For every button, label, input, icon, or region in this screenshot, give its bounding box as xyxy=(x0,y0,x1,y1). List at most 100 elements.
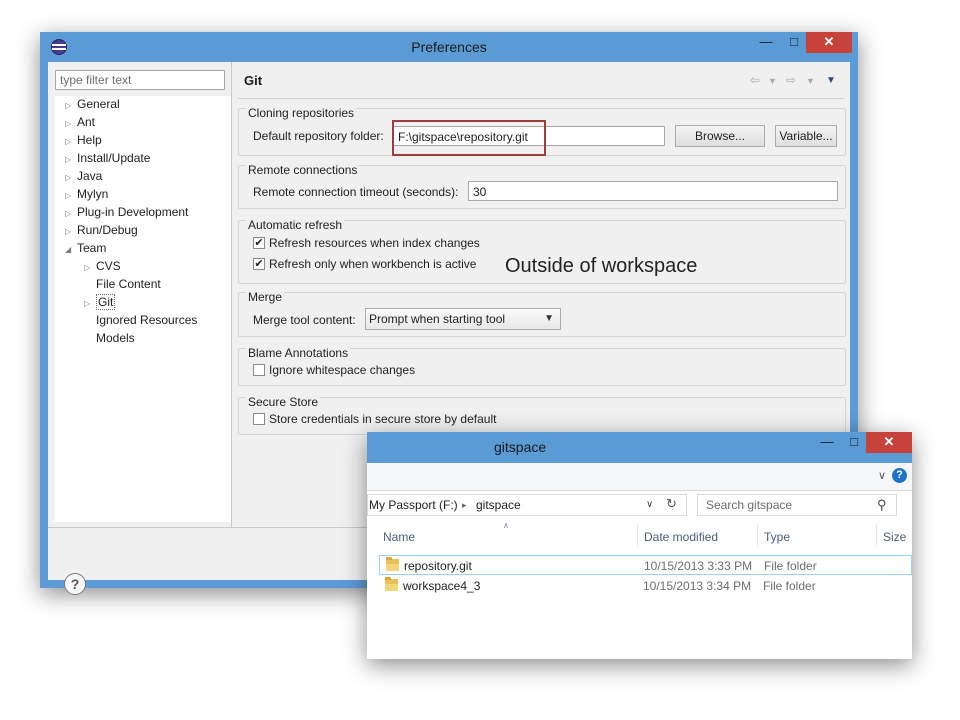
merge-tool-label: Merge tool content: xyxy=(253,313,356,327)
column-separator[interactable] xyxy=(876,524,877,546)
auto-refresh-legend: Automatic refresh xyxy=(246,218,345,232)
tree-item-install-update[interactable]: ▷ Install/Update xyxy=(65,150,150,167)
search-icon: ⚲ xyxy=(877,497,887,512)
breadcrumb-separator-icon[interactable]: ▸ xyxy=(462,500,467,511)
refresh-index-checkbox[interactable]: ✔ xyxy=(253,237,265,249)
tree-item-git[interactable]: ▷ Git xyxy=(84,294,116,312)
tree-item-help[interactable]: ▷ Help xyxy=(65,132,102,149)
timeout-input[interactable]: 30 xyxy=(468,181,838,201)
expand-icon[interactable]: ▷ xyxy=(65,187,77,204)
tree-item-file-content[interactable]: File Content xyxy=(84,276,161,293)
file-name: repository.git xyxy=(404,559,472,573)
expand-icon[interactable]: ▷ xyxy=(65,97,77,114)
maximize-button[interactable]: □ xyxy=(780,32,808,53)
preference-tree: ▷ General ▷ Ant ▷ Help ▷ Install/Update ▷ Jav… xyxy=(55,96,231,522)
title-separator xyxy=(238,98,844,99)
blame-group: Blame Annotations Ignore whitespace chan… xyxy=(238,346,846,386)
remote-legend: Remote connections xyxy=(246,163,360,177)
explorer-window: gitspace — □ ✕ ∨ ? My Passport (F:) ▸ gi… xyxy=(367,432,912,659)
breadcrumb-folder[interactable]: gitspace xyxy=(476,498,521,512)
secure-store-label: Store credentials in secure store by def… xyxy=(269,412,497,426)
close-button[interactable]: ✕ xyxy=(866,432,912,453)
forward-arrow-icon[interactable]: ⇨ xyxy=(786,73,796,87)
column-header-name[interactable]: Name xyxy=(383,530,415,544)
expand-icon[interactable]: ▷ xyxy=(65,169,77,186)
tree-item-team[interactable]: ◢ Team xyxy=(65,240,106,257)
highlight-box xyxy=(392,120,546,156)
merge-tool-select[interactable]: Prompt when starting tool ▼ xyxy=(365,308,561,330)
column-header-type[interactable]: Type xyxy=(764,530,790,544)
address-dropdown-icon[interactable]: ∨ xyxy=(646,499,653,510)
expand-icon[interactable]: ▷ xyxy=(65,223,77,240)
file-name: workspace4_3 xyxy=(403,579,481,593)
tree-item-ignored-resources[interactable]: Ignored Resources xyxy=(84,312,197,329)
tree-item-models[interactable]: Models xyxy=(84,330,135,347)
folder-icon xyxy=(386,557,399,571)
minimize-button[interactable]: — xyxy=(752,32,780,53)
ribbon-bar: ∨ ? xyxy=(367,463,912,491)
file-date: 10/15/2013 3:33 PM xyxy=(644,559,753,573)
expand-icon[interactable]: ▷ xyxy=(84,259,96,276)
forward-menu-icon[interactable]: ▼ xyxy=(806,76,815,86)
close-button[interactable]: ✕ xyxy=(806,32,852,53)
help-icon[interactable]: ? xyxy=(892,468,907,483)
tree-item-java[interactable]: ▷ Java xyxy=(65,168,102,185)
refresh-index-label: Refresh resources when index changes xyxy=(269,236,480,250)
column-separator[interactable] xyxy=(757,524,758,546)
help-icon[interactable]: ? xyxy=(64,573,86,595)
back-menu-icon[interactable]: ▼ xyxy=(768,76,777,86)
expand-ribbon-icon[interactable]: ∨ xyxy=(878,469,886,482)
variable-button[interactable]: Variable... xyxy=(775,125,837,147)
file-type: File folder xyxy=(763,579,816,593)
explorer-titlebar[interactable]: gitspace — □ ✕ xyxy=(367,432,912,463)
page-title: Git xyxy=(244,73,263,88)
search-input[interactable]: Search gitspace xyxy=(697,494,897,516)
ignore-whitespace-checkbox[interactable] xyxy=(253,364,265,376)
tree-item-mylyn[interactable]: ▷ Mylyn xyxy=(65,186,108,203)
browse-button[interactable]: Browse... xyxy=(675,125,765,147)
refresh-active-label: Refresh only when workbench is active xyxy=(269,257,477,271)
blame-legend: Blame Annotations xyxy=(246,346,351,360)
column-separator[interactable] xyxy=(637,524,638,546)
chevron-down-icon: ▼ xyxy=(544,313,554,324)
merge-legend: Merge xyxy=(246,290,285,304)
column-header-size[interactable]: Size xyxy=(883,530,906,544)
tree-item-ant[interactable]: ▷ Ant xyxy=(65,114,95,131)
preferences-titlebar[interactable]: Preferences — □ ✕ xyxy=(40,32,858,62)
explorer-title: gitspace xyxy=(494,439,547,455)
maximize-button[interactable]: □ xyxy=(840,432,868,453)
timeout-label: Remote connection timeout (seconds): xyxy=(253,185,459,199)
repo-folder-label: Default repository folder: xyxy=(253,129,384,143)
expand-icon[interactable]: ▷ xyxy=(84,295,96,312)
file-row[interactable]: repository.git 10/15/2013 3:33 PM File f… xyxy=(379,555,912,575)
tree-item-plugin-development[interactable]: ▷ Plug-in Development xyxy=(65,204,188,221)
breadcrumb-drive[interactable]: My Passport (F:) xyxy=(369,498,458,512)
filter-input[interactable]: type filter text xyxy=(55,70,225,90)
tree-item-cvs[interactable]: ▷ CVS xyxy=(84,258,121,275)
refresh-active-checkbox[interactable]: ✔ xyxy=(253,258,265,270)
refresh-icon[interactable]: ↻ xyxy=(666,496,677,512)
page-navigation: ⇦ ▼ ⇨ ▼ ▼ xyxy=(750,73,842,89)
secure-store-checkbox[interactable] xyxy=(253,413,265,425)
column-header-date[interactable]: Date modified xyxy=(644,530,718,544)
merge-group: Merge Merge tool content: Prompt when st… xyxy=(238,290,846,337)
ignore-whitespace-label: Ignore whitespace changes xyxy=(269,363,416,377)
collapse-icon[interactable]: ◢ xyxy=(65,241,77,258)
file-date: 10/15/2013 3:34 PM xyxy=(643,579,752,593)
expand-icon[interactable]: ▷ xyxy=(65,205,77,222)
annotation-text: Outside of workspace xyxy=(505,255,698,277)
tree-item-run-debug[interactable]: ▷ Run/Debug xyxy=(65,222,138,239)
file-type: File folder xyxy=(764,559,817,573)
minimize-button[interactable]: — xyxy=(813,432,841,453)
back-arrow-icon[interactable]: ⇦ xyxy=(750,73,760,87)
folder-icon xyxy=(385,577,398,591)
cloning-legend: Cloning repositories xyxy=(246,106,357,120)
address-bar[interactable]: My Passport (F:) ▸ gitspace ∨ ↻ xyxy=(367,494,687,516)
expand-icon[interactable]: ▷ xyxy=(65,151,77,168)
expand-icon[interactable]: ▷ xyxy=(65,133,77,150)
sort-ascending-icon: ∧ xyxy=(503,521,509,530)
file-row[interactable]: workspace4_3 10/15/2013 3:34 PM File fol… xyxy=(379,576,912,596)
tree-item-general[interactable]: ▷ General xyxy=(65,96,120,113)
view-menu-icon[interactable]: ▼ xyxy=(826,75,836,86)
expand-icon[interactable]: ▷ xyxy=(65,115,77,132)
